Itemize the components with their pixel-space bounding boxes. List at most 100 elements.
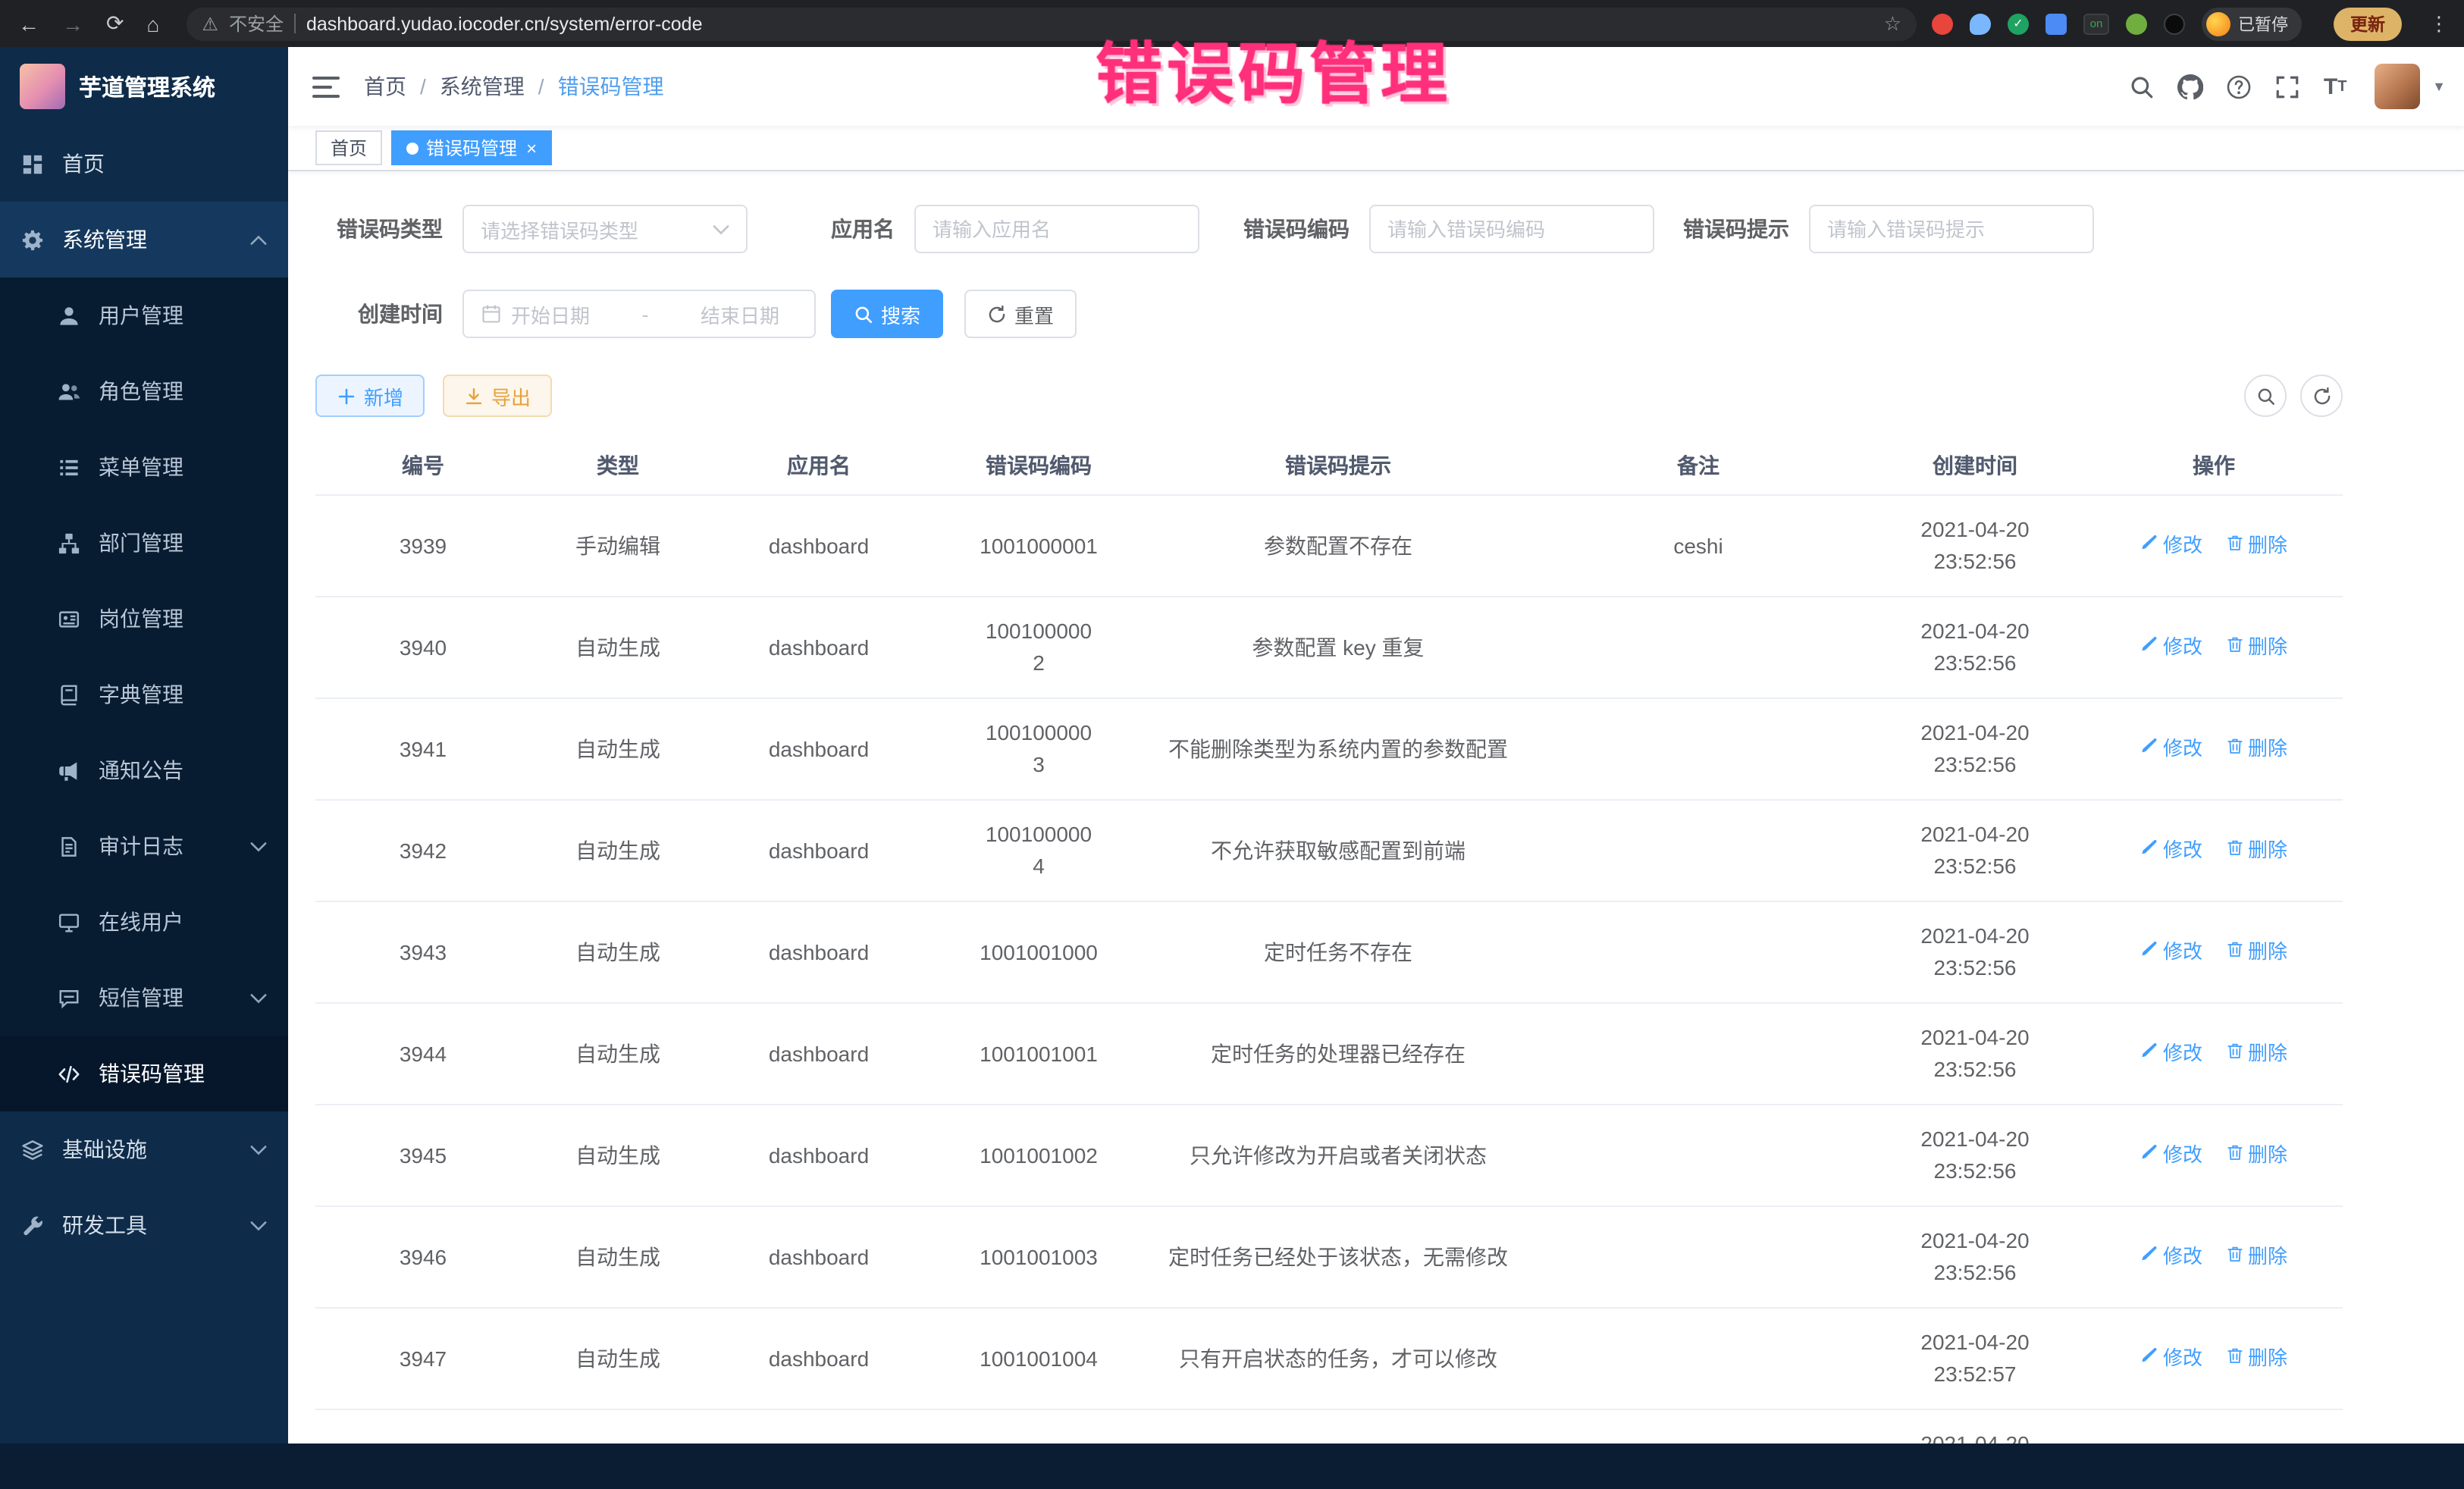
column-header: 创建时间 [1865, 438, 2085, 494]
breadcrumb-home[interactable]: 首页 [364, 71, 406, 102]
extension-drop-icon[interactable] [1970, 13, 1991, 34]
edit-link[interactable]: 修改 [2140, 1243, 2202, 1272]
cell-actions: 修改删除 [2085, 1326, 2343, 1392]
delete-link[interactable]: 删除 [2225, 531, 2287, 561]
breadcrumb-current: 错误码管理 [558, 71, 664, 102]
extension-grid-icon[interactable] [2045, 13, 2067, 34]
sidebar-logo[interactable]: 芋道管理系统 [0, 47, 288, 126]
date-range-picker[interactable]: 开始日期 - 结束日期 [462, 290, 816, 338]
edit-link[interactable]: 修改 [2140, 1039, 2202, 1069]
github-icon[interactable] [2168, 65, 2211, 108]
browser-back-icon[interactable]: ← [18, 11, 39, 36]
sidebar-item-online-users[interactable]: 在线用户 [0, 884, 288, 960]
sidebar-item-error-code-management[interactable]: 错误码管理 [0, 1036, 288, 1111]
cell-type: 自动生成 [531, 918, 705, 986]
end-date-placeholder[interactable]: 结束日期 [701, 299, 779, 328]
extension-pin-icon[interactable] [2164, 13, 2185, 34]
cell-type: 手动编辑 [531, 512, 705, 580]
extension-red-icon[interactable] [1932, 13, 1953, 34]
app-name-label: 应用名 [831, 214, 895, 244]
edit-link[interactable]: 修改 [2140, 1344, 2202, 1374]
sidebar-item-menu-management[interactable]: 菜单管理 [0, 429, 288, 505]
sidebar-item-home[interactable]: 首页 [0, 126, 288, 202]
breadcrumb-system[interactable]: 系统管理 [440, 71, 525, 102]
tab-home[interactable]: 首页 [315, 130, 382, 165]
delete-link[interactable]: 删除 [2225, 836, 2287, 866]
start-date-placeholder[interactable]: 开始日期 [511, 299, 590, 328]
avatar-caret-icon[interactable]: ▼ [2432, 79, 2446, 94]
browser-reload-icon[interactable]: ⟳ [106, 11, 124, 36]
error-code-table: 编号类型应用名错误码编码错误码提示备注创建时间操作 3939手动编辑dashbo… [315, 438, 2343, 1444]
sidebar-toggle-icon[interactable] [288, 75, 364, 98]
sidebar-item-dev-tools[interactable]: 研发工具 [0, 1187, 288, 1263]
security-label[interactable]: 不安全 [229, 11, 284, 36]
cell-code: 1001001001 [933, 1020, 1145, 1088]
sidebar-item-post-management[interactable]: 岗位管理 [0, 581, 288, 657]
column-header: 备注 [1531, 438, 1865, 494]
sidebar-item-user-management[interactable]: 用户管理 [0, 277, 288, 353]
refresh-table-button[interactable] [2300, 375, 2343, 417]
address-bar[interactable]: ⚠ 不安全 dashboard.yudao.iocoder.cn/system/… [187, 7, 1917, 40]
delete-link[interactable]: 删除 [2225, 1243, 2287, 1272]
sidebar-item-system-management[interactable]: 系统管理 [0, 202, 288, 277]
delete-link[interactable]: 删除 [2225, 1344, 2287, 1374]
toggle-search-button[interactable] [2244, 375, 2287, 417]
edit-link[interactable]: 修改 [2140, 938, 2202, 967]
user-avatar[interactable] [2375, 64, 2420, 109]
sidebar-item-infrastructure[interactable]: 基础设施 [0, 1111, 288, 1187]
cell-hint: 参数配置不存在 [1145, 512, 1531, 580]
page-url[interactable]: dashboard.yudao.iocoder.cn/system/error-… [306, 13, 703, 34]
search-button[interactable]: 搜索 [831, 290, 943, 338]
sidebar-item-role-management[interactable]: 角色管理 [0, 353, 288, 429]
browser-home-icon[interactable]: ⌂ [146, 11, 159, 36]
delete-link[interactable]: 删除 [2225, 633, 2287, 663]
delete-link[interactable]: 删除 [2225, 938, 2287, 967]
cell-type: 自动生成 [531, 1223, 705, 1291]
sidebar-item-sms-management[interactable]: 短信管理 [0, 960, 288, 1036]
reset-button[interactable]: 重置 [964, 290, 1077, 338]
cell-remark [1531, 832, 1865, 869]
bookmark-star-icon[interactable]: ☆ [1884, 11, 1901, 36]
search-icon[interactable] [2120, 65, 2162, 108]
close-tab-icon[interactable]: × [526, 137, 537, 158]
delete-link[interactable]: 删除 [2225, 735, 2287, 764]
delete-link[interactable]: 删除 [2225, 1039, 2287, 1069]
export-button[interactable]: 导出 [443, 375, 552, 417]
sidebar-item-audit-log[interactable]: 审计日志 [0, 808, 288, 884]
app-name-input[interactable] [933, 218, 1181, 240]
sidebar-item-label: 字典管理 [99, 679, 183, 710]
browser-menu-icon[interactable]: ⋮ [2417, 11, 2464, 36]
fullscreen-icon[interactable] [2265, 65, 2308, 108]
refresh-icon [987, 304, 1007, 324]
cell-code: 1001001003 [933, 1223, 1145, 1291]
extension-check-icon[interactable]: ✓ [2008, 13, 2029, 34]
browser-forward-icon[interactable]: → [62, 11, 83, 36]
sidebar-item-dept-management[interactable]: 部门管理 [0, 505, 288, 581]
help-icon[interactable] [2217, 65, 2259, 108]
cell-time: 2021-04-20 23:52:56 [1865, 1004, 2085, 1104]
font-size-icon[interactable]: TT [2314, 65, 2356, 108]
cell-id: 3947 [315, 1324, 531, 1393]
sidebar-item-notice-management[interactable]: 通知公告 [0, 732, 288, 808]
error-hint-input[interactable] [1827, 218, 2076, 240]
sidebar-item-label: 岗位管理 [99, 603, 183, 634]
browser-profile-chip[interactable]: 已暂停 [2202, 7, 2302, 40]
add-button[interactable]: 新增 [315, 375, 425, 417]
search-icon [854, 304, 873, 324]
tab-error-code[interactable]: 错误码管理 × [391, 130, 552, 165]
delete-link[interactable]: 删除 [2225, 1141, 2287, 1171]
edit-link[interactable]: 修改 [2140, 1141, 2202, 1171]
error-type-select[interactable]: 请选择错误码类型 [462, 205, 748, 253]
edit-link[interactable]: 修改 [2140, 735, 2202, 764]
extension-leaf-icon[interactable] [2126, 13, 2147, 34]
edit-link[interactable]: 修改 [2140, 633, 2202, 663]
browser-update-button[interactable]: 更新 [2334, 7, 2402, 40]
sidebar-item-dict-management[interactable]: 字典管理 [0, 657, 288, 732]
error-code-input[interactable] [1387, 218, 1636, 240]
edit-link[interactable]: 修改 [2140, 836, 2202, 866]
cell-actions: 修改删除 [2085, 920, 2343, 986]
breadcrumb: 首页 / 系统管理 / 错误码管理 [364, 71, 664, 102]
cell-id: 3939 [315, 512, 531, 580]
edit-link[interactable]: 修改 [2140, 531, 2202, 561]
extension-on-badge[interactable]: on [2083, 13, 2109, 34]
